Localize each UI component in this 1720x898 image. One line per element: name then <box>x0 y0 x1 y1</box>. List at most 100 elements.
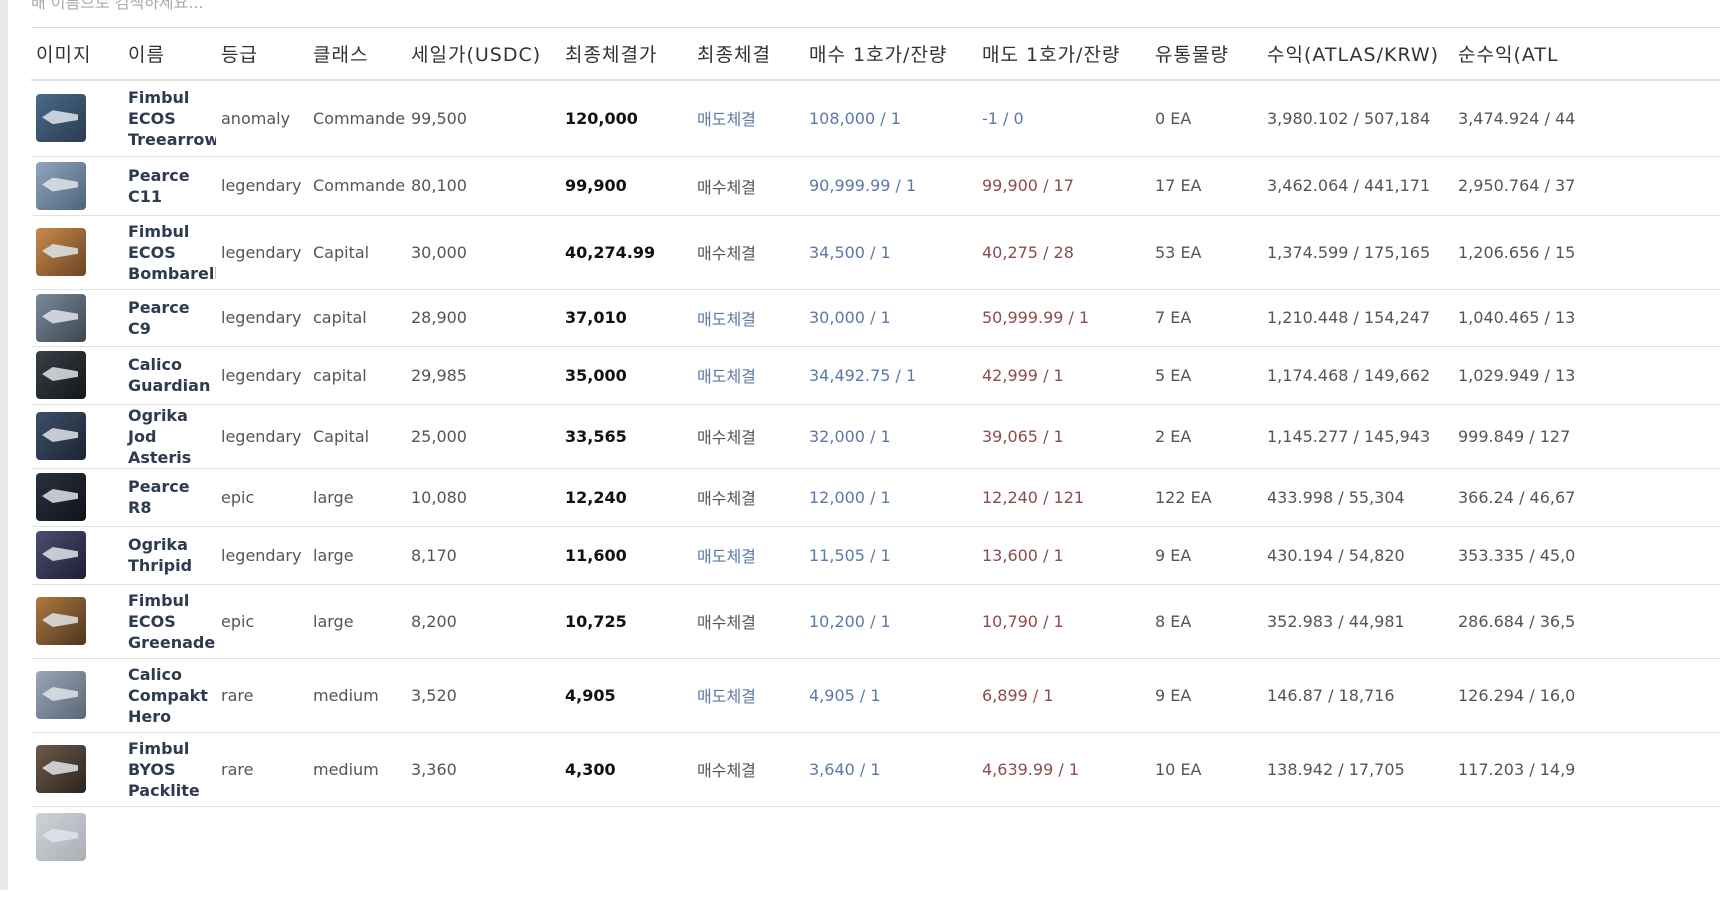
profit: 138.942 / 17,705 <box>1262 732 1453 807</box>
net-profit: 1,029.949 / 13 <box>1453 346 1720 405</box>
table-row[interactable]: Fimbul ECOS Treearrow anomaly Commander 99,… <box>31 80 1720 157</box>
ship-name: Pearce C9 <box>123 289 216 347</box>
ship-grade: legendary <box>216 404 308 469</box>
ask-qty: / 0 <box>997 108 1024 128</box>
ship-class <box>308 806 406 861</box>
best-ask: 40,275 / 28 <box>977 215 1150 290</box>
supply: 53 EA <box>1150 215 1262 290</box>
table-row[interactable]: Ogrika Jod Asteris legendary Capital 25,000… <box>31 404 1720 469</box>
ship-thumbnail[interactable] <box>36 671 86 719</box>
ship-name: Pearce R8 <box>123 468 216 527</box>
ship-grade <box>216 806 308 861</box>
sale-price: 8,170 <box>406 526 560 585</box>
last-trade-type: 매수체결 <box>692 215 804 290</box>
search-input[interactable] <box>31 0 631 15</box>
ship-thumbnail[interactable] <box>36 597 86 645</box>
table-row[interactable]: Pearce R8 epic large 10,080 12,240 매수체결 12,000… <box>31 468 1720 527</box>
last-trade-type: 매도체결 <box>692 346 804 405</box>
ask-qty: / 28 <box>1037 242 1074 262</box>
bid-price: 30,000 <box>809 308 865 327</box>
column-header-best-bid[interactable]: 매수 1호가/잔량 <box>804 28 977 81</box>
ship-grade: epic <box>216 468 308 527</box>
best-ask: -1 / 0 <box>977 80 1150 157</box>
profit: 433.998 / 55,304 <box>1262 468 1453 527</box>
table-row[interactable]: Ogrika Thripid legendary large 8,170 11,600 매… <box>31 526 1720 585</box>
profit: 3,980.102 / 507,184 <box>1262 80 1453 157</box>
ask-qty: / 1 <box>1053 759 1079 779</box>
ship-thumbnail[interactable] <box>36 745 86 793</box>
bid-price: 108,000 <box>809 108 876 128</box>
bid-price: 34,500 <box>809 242 865 262</box>
supply: 8 EA <box>1150 584 1262 659</box>
net-profit: 117.203 / 14,9 <box>1453 732 1720 807</box>
ship-icon <box>42 244 78 258</box>
table-row[interactable]: Fimbul ECOS Greenader epic large 8,200 10,72… <box>31 584 1720 659</box>
bid-qty: / 1 <box>864 242 891 262</box>
column-header-name[interactable]: 이름 <box>123 28 216 81</box>
profit: 146.87 / 18,716 <box>1262 658 1453 733</box>
bid-qty: / 1 <box>864 611 891 631</box>
column-header-best-ask[interactable]: 매도 1호가/잔량 <box>977 28 1150 81</box>
profit: 1,145.277 / 145,943 <box>1262 404 1453 469</box>
last-price: 37,010 <box>560 289 692 347</box>
best-ask: 13,600 / 1 <box>977 526 1150 585</box>
supply: 2 EA <box>1150 404 1262 469</box>
ship-table-container: 이미지 이름 등급 클래스 세일가(USDC) 최종체결가 최종체결 매수 1호… <box>31 28 1720 898</box>
column-header-net-profit[interactable]: 순수익(ATL <box>1453 28 1720 81</box>
table-row[interactable]: Calico Guardian legendary capital 29,985 35,… <box>31 346 1720 405</box>
sale-price: 25,000 <box>406 404 560 469</box>
ship-thumbnail[interactable] <box>36 473 86 521</box>
ship-thumbnail[interactable] <box>36 351 86 399</box>
ask-price: 10,790 <box>982 611 1038 631</box>
column-header-grade[interactable]: 등급 <box>216 28 308 81</box>
ask-price: -1 <box>982 108 998 128</box>
ask-qty: / 1 <box>1037 545 1064 565</box>
best-ask: 12,240 / 121 <box>977 468 1150 527</box>
table-row[interactable]: Fimbul BYOS Packlite rare medium 3,360 4,300… <box>31 732 1720 807</box>
best-bid: 4,905 / 1 <box>804 658 977 733</box>
bid-qty: / 1 <box>890 365 917 385</box>
table-header-row: 이미지 이름 등급 클래스 세일가(USDC) 최종체결가 최종체결 매수 1호… <box>31 28 1720 81</box>
last-trade-type: 매수체결 <box>692 404 804 469</box>
best-ask: 4,639.99 / 1 <box>977 732 1150 807</box>
ship-thumbnail[interactable] <box>36 228 86 276</box>
ship-grade: legendary <box>216 526 308 585</box>
ship-grade: legendary <box>216 346 308 405</box>
column-header-supply[interactable]: 유통물량 <box>1150 28 1262 81</box>
table-row[interactable]: Calico Compakt Hero rare medium 3,520 4,905 매… <box>31 658 1720 733</box>
column-header-sale-price[interactable]: 세일가(USDC) <box>406 28 560 81</box>
table-row[interactable]: Fimbul ECOS BombarellalegendaryCapital30… <box>31 215 1720 290</box>
ship-thumbnail[interactable] <box>36 94 86 143</box>
ship-image-cell <box>31 215 123 290</box>
ask-qty: / 1 <box>1037 611 1064 631</box>
column-header-profit[interactable]: 수익(ATLAS/KRW) <box>1262 28 1453 81</box>
table-row[interactable]: Pearce C11 legendary Commander 80,100 99,900… <box>31 156 1720 216</box>
net-profit: 1,040.465 / 13 <box>1453 289 1720 347</box>
best-bid: 12,000 / 1 <box>804 468 977 527</box>
ship-thumbnail[interactable] <box>36 531 86 579</box>
ship-thumbnail[interactable] <box>36 161 86 210</box>
best-bid: 34,500 / 1 <box>804 215 977 290</box>
column-header-last-price[interactable]: 최종체결가 <box>560 28 692 81</box>
bid-qty: / 1 <box>875 108 901 128</box>
column-header-class[interactable]: 클래스 <box>308 28 406 81</box>
sale-price <box>406 806 560 861</box>
last-price: 11,600 <box>560 526 692 585</box>
ship-image-cell <box>31 156 123 216</box>
ship-grade: rare <box>216 732 308 807</box>
ship-image-cell <box>31 658 123 733</box>
ship-thumbnail[interactable] <box>36 812 86 861</box>
column-header-last-trade[interactable]: 최종체결 <box>692 28 804 81</box>
column-header-image[interactable]: 이미지 <box>31 28 123 81</box>
ask-price: 50,999.99 <box>982 308 1064 327</box>
ship-name: Ogrika Jod Asteris <box>123 404 216 469</box>
best-ask <box>977 806 1150 861</box>
table-row[interactable] <box>31 806 1720 861</box>
ship-thumbnail[interactable] <box>36 412 86 460</box>
last-price: 4,300 <box>560 732 692 807</box>
bid-price: 12,000 <box>809 487 865 507</box>
ship-image-cell <box>31 584 123 659</box>
ask-price: 6,899 <box>982 685 1028 705</box>
ship-thumbnail[interactable] <box>36 293 86 342</box>
table-row[interactable]: Pearce C9 legendary capital 28,900 37,010 매도체… <box>31 289 1720 347</box>
